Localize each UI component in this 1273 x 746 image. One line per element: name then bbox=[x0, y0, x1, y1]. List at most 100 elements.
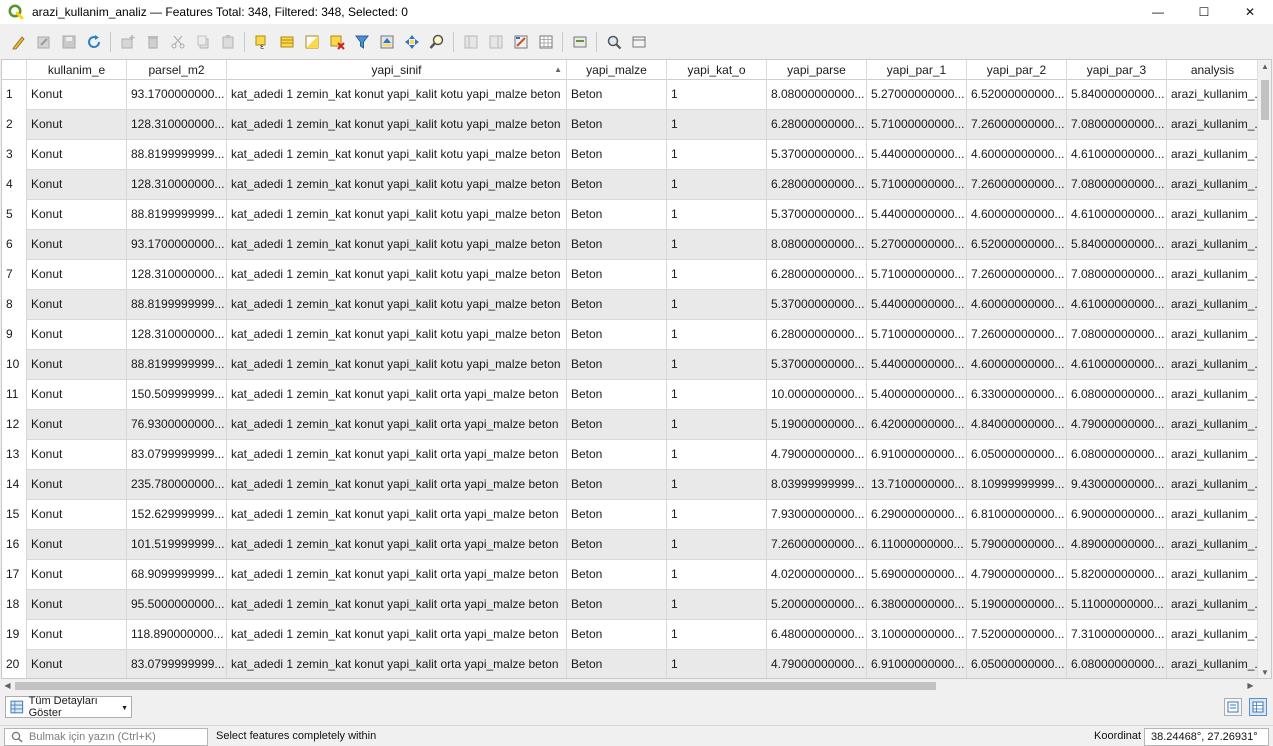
zoom-to-selected-icon[interactable] bbox=[427, 32, 447, 52]
column-header[interactable]: yapi_par_3 bbox=[1067, 60, 1167, 80]
table-cell[interactable]: Beton bbox=[567, 350, 667, 380]
table-cell[interactable]: 5.37000000000... bbox=[767, 290, 867, 320]
table-cell[interactable]: 1 bbox=[667, 380, 767, 410]
table-cell[interactable]: Konut bbox=[27, 110, 127, 140]
table-cell[interactable]: arazi_kullanim_... bbox=[1167, 320, 1259, 350]
table-cell[interactable]: arazi_kullanim_... bbox=[1167, 80, 1259, 110]
table-cell[interactable]: 6.11000000000... bbox=[867, 530, 967, 560]
table-cell[interactable]: 6.90000000000... bbox=[1067, 500, 1167, 530]
table-cell[interactable]: 1 bbox=[667, 560, 767, 590]
row-number[interactable]: 2 bbox=[2, 110, 27, 140]
table-cell[interactable]: arazi_kullanim_... bbox=[1167, 530, 1259, 560]
table-cell[interactable]: kat_adedi 1 zemin_kat konut yapi_kalit k… bbox=[227, 140, 567, 170]
table-cell[interactable]: 5.71000000000... bbox=[867, 110, 967, 140]
table-cell[interactable]: Konut bbox=[27, 620, 127, 650]
table-cell[interactable]: 5.19000000000... bbox=[767, 410, 867, 440]
table-cell[interactable]: Beton bbox=[567, 470, 667, 500]
actions-icon[interactable] bbox=[570, 32, 590, 52]
table-cell[interactable]: 1 bbox=[667, 320, 767, 350]
table-cell[interactable]: kat_adedi 1 zemin_kat konut yapi_kalit k… bbox=[227, 200, 567, 230]
table-cell[interactable]: 1 bbox=[667, 80, 767, 110]
table-cell[interactable]: arazi_kullanim_... bbox=[1167, 290, 1259, 320]
toggle-editing-icon[interactable] bbox=[9, 32, 29, 52]
table-cell[interactable]: kat_adedi 1 zemin_kat konut yapi_kalit k… bbox=[227, 110, 567, 140]
select-by-expression-icon[interactable]: ε bbox=[252, 32, 272, 52]
table-cell[interactable]: 1 bbox=[667, 590, 767, 620]
table-cell[interactable]: Beton bbox=[567, 110, 667, 140]
table-cell[interactable]: 6.08000000000... bbox=[1067, 440, 1167, 470]
table-cell[interactable]: Beton bbox=[567, 650, 667, 678]
table-cell[interactable]: Beton bbox=[567, 320, 667, 350]
table-cell[interactable]: 7.93000000000... bbox=[767, 500, 867, 530]
column-header[interactable]: yapi_kat_o bbox=[667, 60, 767, 80]
form-view-button[interactable] bbox=[1224, 698, 1242, 716]
table-cell[interactable]: 4.60000000000... bbox=[967, 200, 1067, 230]
table-cell[interactable]: 6.91000000000... bbox=[867, 440, 967, 470]
table-cell[interactable]: 4.60000000000... bbox=[967, 350, 1067, 380]
table-cell[interactable]: 93.1700000000... bbox=[127, 80, 227, 110]
table-row[interactable]: 9 Konut 128.310000000... kat_adedi 1 zemin_… bbox=[2, 320, 1259, 350]
table-cell[interactable]: arazi_kullanim_... bbox=[1167, 620, 1259, 650]
table-cell[interactable]: 7.26000000000... bbox=[967, 110, 1067, 140]
table-cell[interactable]: 7.26000000000... bbox=[967, 260, 1067, 290]
table-cell[interactable]: arazi_kullanim_... bbox=[1167, 260, 1259, 290]
table-cell[interactable]: 8.03999999999... bbox=[767, 470, 867, 500]
table-cell[interactable]: Konut bbox=[27, 500, 127, 530]
save-edits-icon[interactable] bbox=[59, 32, 79, 52]
copy-icon[interactable] bbox=[193, 32, 213, 52]
row-number[interactable]: 12 bbox=[2, 410, 27, 440]
table-cell[interactable]: 5.84000000000... bbox=[1067, 80, 1167, 110]
table-cell[interactable]: Konut bbox=[27, 140, 127, 170]
table-cell[interactable]: Konut bbox=[27, 560, 127, 590]
table-cell[interactable]: 128.310000000... bbox=[127, 170, 227, 200]
table-cell[interactable]: 235.780000000... bbox=[127, 470, 227, 500]
column-header[interactable]: yapi_parse bbox=[767, 60, 867, 80]
column-header[interactable]: yapi_par_1 bbox=[867, 60, 967, 80]
table-cell[interactable]: 6.81000000000... bbox=[967, 500, 1067, 530]
table-cell[interactable]: 5.84000000000... bbox=[1067, 230, 1167, 260]
table-cell[interactable]: kat_adedi 1 zemin_kat konut yapi_kalit o… bbox=[227, 440, 567, 470]
move-selection-top-icon[interactable] bbox=[377, 32, 397, 52]
table-cell[interactable]: 150.509999999... bbox=[127, 380, 227, 410]
table-cell[interactable]: Konut bbox=[27, 80, 127, 110]
table-cell[interactable]: 6.28000000000... bbox=[767, 110, 867, 140]
vertical-scrollbar[interactable]: ▲ ▼ bbox=[1257, 60, 1271, 678]
row-number[interactable]: 10 bbox=[2, 350, 27, 380]
table-cell[interactable]: 5.27000000000... bbox=[867, 80, 967, 110]
table-cell[interactable]: arazi_kullanim_... bbox=[1167, 440, 1259, 470]
table-cell[interactable]: 4.79000000000... bbox=[767, 650, 867, 678]
scroll-right-icon[interactable]: ▶ bbox=[1244, 679, 1257, 692]
table-cell[interactable]: 1 bbox=[667, 260, 767, 290]
table-cell[interactable]: kat_adedi 1 zemin_kat konut yapi_kalit o… bbox=[227, 410, 567, 440]
table-cell[interactable]: 5.44000000000... bbox=[867, 140, 967, 170]
maximize-button[interactable]: ☐ bbox=[1181, 0, 1227, 24]
table-row[interactable]: 20 Konut 83.0799999999... kat_adedi 1 zemin… bbox=[2, 650, 1259, 678]
table-cell[interactable]: 7.08000000000... bbox=[1067, 320, 1167, 350]
table-cell[interactable]: 93.1700000000... bbox=[127, 230, 227, 260]
table-cell[interactable]: arazi_kullanim_... bbox=[1167, 230, 1259, 260]
table-cell[interactable]: kat_adedi 1 zemin_kat konut yapi_kalit o… bbox=[227, 380, 567, 410]
vertical-scroll-thumb[interactable] bbox=[1261, 80, 1269, 120]
table-cell[interactable]: 5.71000000000... bbox=[867, 170, 967, 200]
table-cell[interactable]: 1 bbox=[667, 620, 767, 650]
table-cell[interactable]: 5.40000000000... bbox=[867, 380, 967, 410]
scroll-down-icon[interactable]: ▼ bbox=[1258, 666, 1271, 678]
table-cell[interactable]: 7.08000000000... bbox=[1067, 260, 1167, 290]
column-header[interactable]: parsel_m2 bbox=[127, 60, 227, 80]
row-number[interactable]: 16 bbox=[2, 530, 27, 560]
row-number[interactable]: 3 bbox=[2, 140, 27, 170]
filter-selected-icon[interactable] bbox=[352, 32, 372, 52]
table-cell[interactable]: Beton bbox=[567, 530, 667, 560]
show-all-features-button[interactable]: Tüm Detayları Göster ▼ bbox=[5, 695, 132, 719]
table-cell[interactable]: kat_adedi 1 zemin_kat konut yapi_kalit o… bbox=[227, 500, 567, 530]
horizontal-scroll-thumb[interactable] bbox=[15, 682, 936, 690]
row-number[interactable]: 14 bbox=[2, 470, 27, 500]
table-cell[interactable]: 88.8199999999... bbox=[127, 290, 227, 320]
table-cell[interactable]: Beton bbox=[567, 170, 667, 200]
table-row[interactable]: 2 Konut 128.310000000... kat_adedi 1 zemin_… bbox=[2, 110, 1259, 140]
table-cell[interactable]: Konut bbox=[27, 410, 127, 440]
scroll-up-icon[interactable]: ▲ bbox=[1258, 60, 1271, 74]
table-cell[interactable]: Konut bbox=[27, 320, 127, 350]
table-cell[interactable]: arazi_kullanim_... bbox=[1167, 200, 1259, 230]
table-cell[interactable]: arazi_kullanim_... bbox=[1167, 410, 1259, 440]
